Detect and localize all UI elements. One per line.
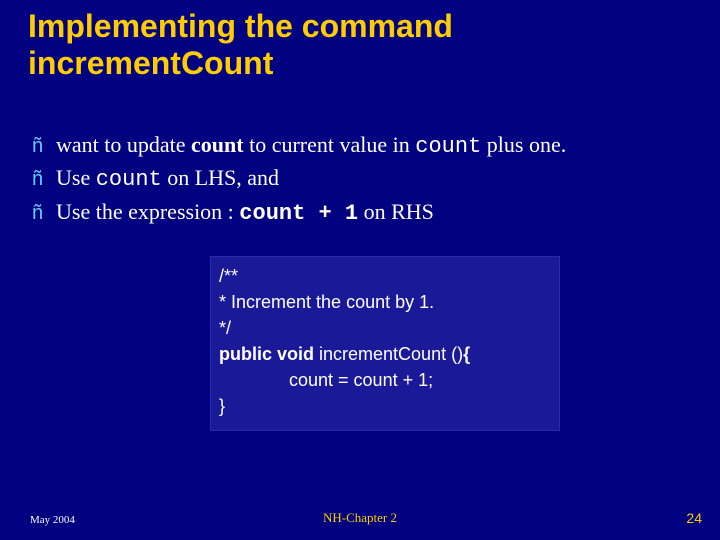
text-fragment: incrementCount () xyxy=(314,344,463,364)
bullet-list: ñ want to update count to current value … xyxy=(0,130,720,229)
bullet-marker-icon: ñ xyxy=(32,200,56,227)
footer-date: May 2004 xyxy=(30,514,75,526)
title-line-1: Implementing the command xyxy=(28,8,453,44)
text-fragment: on LHS, and xyxy=(162,165,279,190)
text-fragment: on RHS xyxy=(358,199,434,224)
code-line: } xyxy=(219,393,551,419)
text-fragment: count + 1 xyxy=(239,201,358,226)
footer-chapter: NH-Chapter 2 xyxy=(323,510,397,526)
code-line: */ xyxy=(219,315,551,341)
bullet-item-1: ñ want to update count to current value … xyxy=(32,130,720,162)
text-fragment: count xyxy=(191,132,244,157)
text-fragment: count xyxy=(96,167,162,192)
text-fragment: want to update xyxy=(56,132,191,157)
bullet-text: want to update count to current value in… xyxy=(56,130,566,162)
text-fragment: plus one. xyxy=(481,132,566,157)
slide-title: Implementing the command incrementCount xyxy=(0,0,720,82)
text-fragment: { xyxy=(463,344,470,364)
bullet-text: Use the expression : count + 1 on RHS xyxy=(56,197,434,229)
text-fragment: Use xyxy=(56,165,96,190)
footer-page-number: 24 xyxy=(686,510,702,526)
text-fragment: to current value in xyxy=(244,132,416,157)
bullet-text: Use count on LHS, and xyxy=(56,163,279,195)
code-line: public void incrementCount (){ xyxy=(219,341,551,367)
text-fragment: Use the expression : xyxy=(56,199,239,224)
text-fragment: count xyxy=(415,134,481,159)
bullet-item-2: ñ Use count on LHS, and xyxy=(32,163,720,195)
code-block: /** * Increment the count by 1. */ publi… xyxy=(210,256,560,431)
text-fragment: public void xyxy=(219,344,314,364)
code-line: * Increment the count by 1. xyxy=(219,289,551,315)
bullet-marker-icon: ñ xyxy=(32,133,56,160)
bullet-marker-icon: ñ xyxy=(32,166,56,193)
title-line-2: incrementCount xyxy=(28,45,273,81)
code-line: /** xyxy=(219,263,551,289)
code-line: count = count + 1; xyxy=(219,367,551,393)
bullet-item-3: ñ Use the expression : count + 1 on RHS xyxy=(32,197,720,229)
